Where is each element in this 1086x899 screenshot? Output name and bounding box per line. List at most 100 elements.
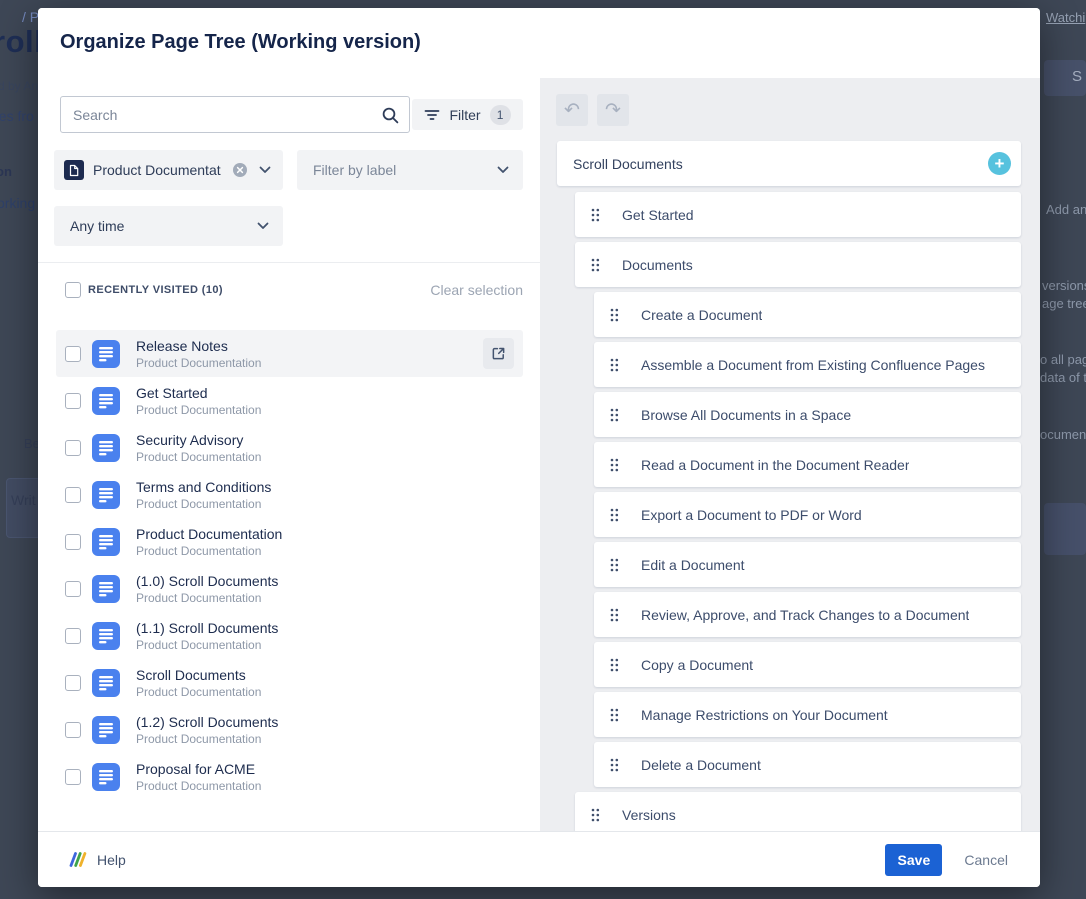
list-item[interactable]: (1.1) Scroll DocumentsProduct Documentat… <box>56 612 523 659</box>
drag-handle-icon[interactable] <box>591 808 600 822</box>
item-checkbox[interactable] <box>65 440 81 456</box>
tree-node[interactable]: Review, Approve, and Track Changes to a … <box>594 592 1021 637</box>
item-checkbox[interactable] <box>65 346 81 362</box>
drag-handle-icon[interactable] <box>610 458 619 472</box>
item-checkbox[interactable] <box>65 722 81 738</box>
item-checkbox[interactable] <box>65 675 81 691</box>
open-page-button[interactable] <box>483 338 514 369</box>
page-tree-panel: Scroll Documents Get Started Documents Cre… <box>540 78 1040 831</box>
page-icon <box>92 622 120 650</box>
item-title: Release Notes <box>136 337 261 355</box>
drag-handle-icon[interactable] <box>610 558 619 572</box>
drag-handle-icon[interactable] <box>591 208 600 222</box>
item-space-name: Product Documentation <box>136 638 278 653</box>
background-text-fragment: Watchi <box>1046 10 1085 25</box>
filter-button[interactable]: Filter 1 <box>412 99 523 130</box>
save-button[interactable]: Save <box>885 844 942 876</box>
item-checkbox[interactable] <box>65 769 81 785</box>
label-filter-select[interactable]: Filter by label <box>297 150 523 190</box>
background-text-fragment: o all pag <box>1040 352 1086 367</box>
cancel-button[interactable]: Cancel <box>964 852 1008 868</box>
list-section-header: RECENTLY VISITED (10) Clear selection <box>65 281 523 299</box>
item-checkbox[interactable] <box>65 628 81 644</box>
item-texts: Terms and ConditionsProduct Documentatio… <box>136 478 271 512</box>
drag-handle-icon[interactable] <box>610 658 619 672</box>
background-text-fragment: ocument <box>1040 427 1086 442</box>
drag-handle-icon[interactable] <box>610 358 619 372</box>
item-checkbox[interactable] <box>65 393 81 409</box>
space-filter-select[interactable]: Product Documentat <box>54 150 283 190</box>
filter-icon <box>424 107 440 123</box>
drag-handle-icon[interactable] <box>610 758 619 772</box>
drag-handle-icon[interactable] <box>610 408 619 422</box>
undo-button[interactable] <box>556 94 588 126</box>
tree-node-label: Create a Document <box>641 307 762 323</box>
page-icon <box>92 387 120 415</box>
clear-space-filter-icon[interactable] <box>232 162 248 178</box>
item-texts: Scroll DocumentsProduct Documentation <box>136 666 261 700</box>
background-text-fragment: d by An <box>0 79 38 93</box>
background-panel <box>1044 503 1086 555</box>
chevron-down-icon <box>497 166 509 174</box>
redo-button[interactable] <box>597 94 629 126</box>
tree-root-label: Scroll Documents <box>573 156 683 172</box>
drag-handle-icon[interactable] <box>591 258 600 272</box>
tree-node[interactable]: Get Started <box>575 192 1021 237</box>
add-page-button[interactable] <box>988 152 1011 175</box>
background-text-fragment: S <box>1072 68 1082 85</box>
tree-node[interactable]: Edit a Document <box>594 542 1021 587</box>
tree-node[interactable]: Versions <box>575 792 1021 831</box>
list-item[interactable]: Product DocumentationProduct Documentati… <box>56 518 523 565</box>
dialog-header: Organize Page Tree (Working version) <box>38 8 1040 79</box>
tree-root-node[interactable]: Scroll Documents <box>557 141 1021 186</box>
drag-handle-icon[interactable] <box>610 708 619 722</box>
help-button[interactable]: Help <box>68 851 126 868</box>
organize-page-tree-dialog: Organize Page Tree (Working version) Fil… <box>38 8 1040 887</box>
list-item[interactable]: Terms and ConditionsProduct Documentatio… <box>56 471 523 518</box>
search-icon[interactable] <box>381 106 400 125</box>
item-title: (1.2) Scroll Documents <box>136 713 278 731</box>
background-text-fragment: ges fro <box>0 108 34 124</box>
clear-selection-button[interactable]: Clear selection <box>430 282 523 298</box>
tree-node[interactable]: Read a Document in the Document Reader <box>594 442 1021 487</box>
tree-node[interactable]: Browse All Documents in a Space <box>594 392 1021 437</box>
tree-node[interactable]: Assemble a Document from Existing Conflu… <box>594 342 1021 387</box>
background-text-fragment: data of t <box>1040 370 1086 385</box>
external-link-icon <box>491 346 506 361</box>
tree-node-label: Documents <box>622 257 693 273</box>
item-checkbox[interactable] <box>65 534 81 550</box>
list-item[interactable]: (1.0) Scroll DocumentsProduct Documentat… <box>56 565 523 612</box>
page-icon <box>92 575 120 603</box>
label-filter-placeholder: Filter by label <box>313 162 497 178</box>
tree-node[interactable]: Export a Document to PDF or Word <box>594 492 1021 537</box>
list-item[interactable]: Get StartedProduct Documentation <box>56 377 523 424</box>
tree-node-label: Manage Restrictions on Your Document <box>641 707 888 723</box>
drag-handle-icon[interactable] <box>610 308 619 322</box>
tree-node[interactable]: Delete a Document <box>594 742 1021 787</box>
tree-node[interactable]: Documents <box>575 242 1021 287</box>
list-item[interactable]: (1.2) Scroll DocumentsProduct Documentat… <box>56 706 523 753</box>
item-space-name: Product Documentation <box>136 591 278 606</box>
item-title: (1.0) Scroll Documents <box>136 572 278 590</box>
list-item[interactable]: Security AdvisoryProduct Documentation <box>56 424 523 471</box>
background-text-fragment: age tree <box>1042 296 1086 311</box>
item-checkbox[interactable] <box>65 581 81 597</box>
drag-handle-icon[interactable] <box>610 608 619 622</box>
tree-node[interactable]: Manage Restrictions on Your Document <box>594 692 1021 737</box>
panel-divider <box>38 262 540 263</box>
list-item[interactable]: Proposal for ACMEProduct Documentation <box>56 753 523 800</box>
drag-handle-icon[interactable] <box>610 508 619 522</box>
filter-count-badge: 1 <box>490 105 511 125</box>
item-texts: (1.1) Scroll DocumentsProduct Documentat… <box>136 619 278 653</box>
select-all-checkbox[interactable] <box>65 282 81 298</box>
time-filter-select[interactable]: Any time <box>54 206 283 246</box>
list-item[interactable]: Scroll DocumentsProduct Documentation <box>56 659 523 706</box>
tree-node[interactable]: Copy a Document <box>594 642 1021 687</box>
search-input[interactable] <box>61 97 409 132</box>
background-text-fragment: versions <box>1042 278 1086 293</box>
item-checkbox[interactable] <box>65 487 81 503</box>
item-space-name: Product Documentation <box>136 732 278 747</box>
item-title: Proposal for ACME <box>136 760 261 778</box>
tree-node[interactable]: Create a Document <box>594 292 1021 337</box>
list-item[interactable]: Release NotesProduct Documentation <box>56 330 523 377</box>
